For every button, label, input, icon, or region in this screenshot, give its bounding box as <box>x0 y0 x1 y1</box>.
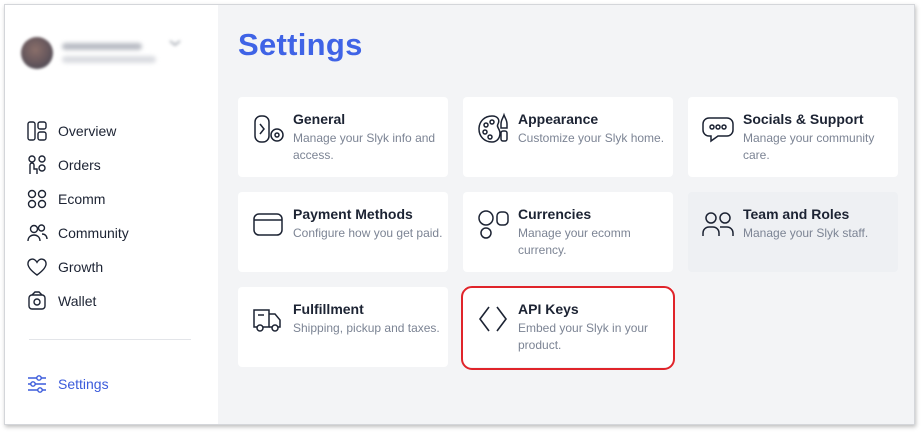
card-title: API Keys <box>518 301 579 317</box>
card-description: Manage your ecomm currency. <box>518 226 631 257</box>
card-fulfillment[interactable]: Fulfillment Shipping, pickup and taxes. <box>238 287 448 367</box>
card-title: Payment Methods <box>293 206 413 222</box>
card-description: Manage your community care. <box>743 131 875 162</box>
sidebar-item-growth[interactable]: Growth <box>26 250 129 284</box>
card-description: Shipping, pickup and taxes. <box>293 321 440 335</box>
avatar <box>21 37 53 69</box>
sidebar-item-community[interactable]: Community <box>26 216 129 250</box>
sidebar-item-label: Overview <box>58 123 117 139</box>
card-team-roles[interactable]: Team and Roles Manage your Slyk staff. <box>688 192 898 272</box>
card-title: Team and Roles <box>743 206 850 222</box>
payment-card-icon <box>253 213 283 236</box>
sidebar: Overview Orders Ecomm Community Growth W… <box>5 5 218 424</box>
growth-icon <box>27 258 47 276</box>
profile-name <box>62 43 142 50</box>
appearance-palette-icon <box>478 112 508 143</box>
card-currencies[interactable]: Currencies Manage your ecomm currency. <box>463 192 673 272</box>
card-description: Customize your Slyk home. <box>518 131 665 145</box>
delivery-truck-icon <box>253 309 281 332</box>
sidebar-item-orders[interactable]: Orders <box>26 148 129 182</box>
sidebar-item-label: Ecomm <box>58 191 106 207</box>
sidebar-item-wallet[interactable]: Wallet <box>26 284 129 318</box>
profile-switcher[interactable] <box>21 37 156 69</box>
sidebar-item-label: Settings <box>58 376 109 392</box>
card-appearance[interactable]: Appearance Customize your Slyk home. <box>463 97 673 177</box>
main-content: Settings General Manage your Slyk info a… <box>218 5 914 424</box>
orders-icon <box>28 155 46 174</box>
card-description: Manage your Slyk info and access. <box>293 131 436 162</box>
chevron-icon[interactable] <box>168 39 182 47</box>
wallet-icon <box>28 291 46 310</box>
settings-sliders-icon <box>28 375 46 393</box>
card-socials-support[interactable]: Socials & Support Manage your community … <box>688 97 898 177</box>
page-title: Settings <box>238 27 363 62</box>
sidebar-item-overview[interactable]: Overview <box>26 114 129 148</box>
card-description: Embed your Slyk in your product. <box>518 321 649 352</box>
card-general[interactable]: General Manage your Slyk info and access… <box>238 97 448 177</box>
card-title: General <box>293 111 346 127</box>
card-title: Socials & Support <box>743 111 864 127</box>
general-icon <box>254 115 284 143</box>
chat-bubble-icon <box>702 117 734 143</box>
app-window: Overview Orders Ecomm Community Growth W… <box>4 4 915 425</box>
card-description: Manage your Slyk staff. <box>743 226 869 240</box>
card-description: Configure how you get paid. <box>293 226 443 240</box>
overview-icon <box>27 121 47 141</box>
card-title: Appearance <box>518 111 599 127</box>
card-title: Currencies <box>518 206 592 222</box>
profile-subtitle <box>62 56 156 63</box>
sidebar-item-label: Community <box>58 225 129 241</box>
code-brackets-icon <box>479 306 507 332</box>
team-icon <box>702 212 734 236</box>
card-title: Fulfillment <box>293 301 364 317</box>
sidebar-nav: Overview Orders Ecomm Community Growth W… <box>26 114 129 318</box>
sidebar-item-label: Wallet <box>58 293 97 309</box>
sidebar-item-settings[interactable]: Settings <box>26 367 109 401</box>
currencies-icon <box>478 210 509 239</box>
sidebar-divider <box>29 339 191 340</box>
card-api-keys[interactable]: API Keys Embed your Slyk in your product… <box>463 287 673 367</box>
sidebar-item-label: Growth <box>58 259 104 275</box>
sidebar-item-ecomm[interactable]: Ecomm <box>26 182 129 216</box>
ecomm-icon <box>27 189 47 209</box>
card-payment-methods[interactable]: Payment Methods Configure how you get pa… <box>238 192 448 272</box>
sidebar-item-label: Orders <box>58 157 101 173</box>
community-icon <box>27 224 48 242</box>
